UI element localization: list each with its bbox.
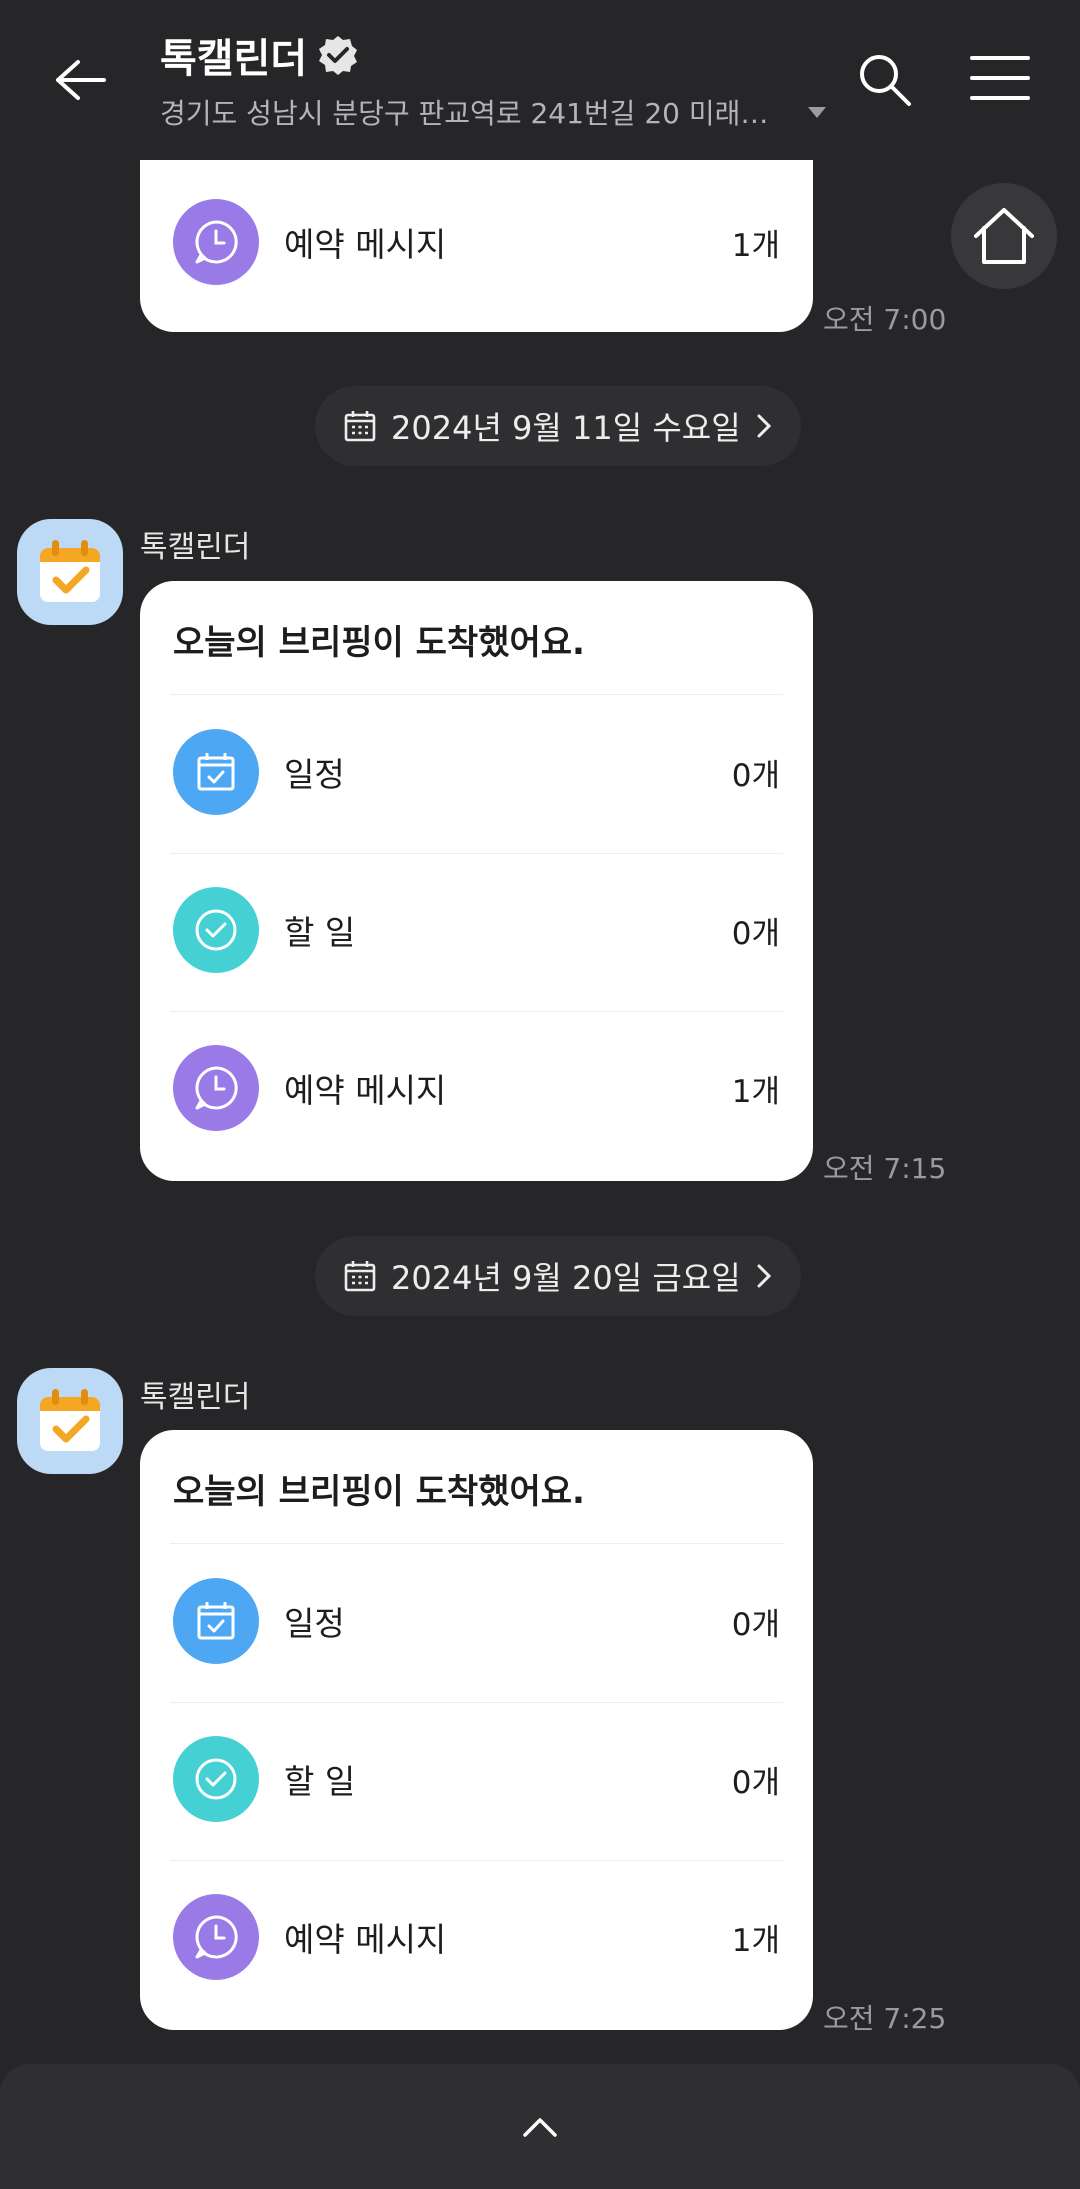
item-count: 0개 [731, 1764, 780, 1801]
divider [170, 853, 783, 854]
bottom-expand-bar[interactable] [0, 2064, 1080, 2189]
item-label: 할 일 [284, 1762, 356, 1801]
item-count: 1개 [731, 1922, 780, 1959]
menu-button[interactable] [970, 52, 1030, 104]
card-title: 오늘의 브리핑이 도착했어요. [173, 1472, 585, 1512]
message-time: 오전 7:25 [823, 2002, 947, 2035]
divider [170, 1702, 783, 1703]
calendar-icon [173, 1578, 259, 1664]
clock-bubble-icon [173, 1045, 259, 1131]
home-icon [974, 208, 1034, 264]
verified-badge-icon [319, 36, 358, 75]
home-button[interactable] [951, 183, 1057, 289]
chevron-right-icon [757, 414, 771, 438]
list-item-todo[interactable]: 할 일 0개 [173, 1734, 780, 1824]
item-count: 0개 [731, 757, 780, 794]
chat-title-area[interactable]: 톡캘린더 경기도 성남시 분당구 판교역로 241번길 20 미래에... [160, 26, 860, 132]
search-button[interactable] [855, 50, 915, 110]
sender-name: 톡캘린더 [140, 1380, 251, 1415]
chat-subtitle: 경기도 성남시 분당구 판교역로 241번길 20 미래에... [160, 97, 790, 130]
clock-bubble-icon [173, 199, 259, 285]
message-time: 오전 7:00 [823, 303, 947, 336]
item-count: 0개 [731, 1606, 780, 1643]
back-button[interactable] [40, 40, 120, 120]
sender-avatar[interactable] [17, 1368, 123, 1474]
date-label: 2024년 9월 11일 수요일 [391, 409, 741, 447]
card-title: 오늘의 브리핑이 도착했어요. [173, 623, 585, 663]
divider [170, 1011, 783, 1012]
list-item-todo[interactable]: 할 일 0개 [173, 885, 780, 975]
sender-name: 톡캘린더 [140, 530, 251, 565]
item-label: 예약 메시지 [284, 1920, 447, 1959]
list-item-reserved-message[interactable]: 예약 메시지 1개 [173, 1892, 780, 1982]
date-label: 2024년 9월 20일 금요일 [391, 1259, 741, 1297]
dropdown-arrow-icon[interactable] [808, 106, 826, 118]
divider [170, 1543, 783, 1544]
list-item-schedule[interactable]: 일정 0개 [173, 727, 780, 817]
date-divider[interactable]: 2024년 9월 11일 수요일 [315, 386, 801, 466]
item-label: 예약 메시지 [284, 225, 447, 264]
arrow-left-icon [56, 60, 106, 100]
clock-bubble-icon [173, 1894, 259, 1980]
chevron-right-icon [757, 1264, 771, 1288]
calendar-icon [344, 411, 376, 442]
item-count: 1개 [731, 1073, 780, 1110]
hamburger-menu-icon [970, 56, 1030, 100]
briefing-card: 오늘의 브리핑이 도착했어요. 일정 0개 할 일 0개 예약 메시지 1개 [140, 581, 813, 1181]
item-label: 일정 [284, 755, 345, 794]
calendar-check-logo-icon [40, 1389, 100, 1451]
list-item-reserved-message[interactable]: 예약 메시지 1개 [173, 1043, 780, 1133]
sender-avatar[interactable] [17, 519, 123, 625]
calendar-check-logo-icon [40, 540, 100, 602]
item-count: 1개 [731, 227, 780, 264]
check-circle-icon [173, 887, 259, 973]
chevron-up-icon [523, 2117, 557, 2137]
calendar-icon [344, 1261, 376, 1292]
date-divider[interactable]: 2024년 9월 20일 금요일 [315, 1236, 801, 1316]
message-time: 오전 7:15 [823, 1152, 947, 1185]
search-icon [860, 55, 911, 106]
item-label: 일정 [284, 1604, 345, 1643]
chat-title: 톡캘린더 [160, 36, 308, 82]
briefing-card: 오늘의 브리핑이 도착했어요. 일정 0개 할 일 0개 예약 메시지 1개 [140, 1430, 813, 2030]
divider [170, 1860, 783, 1861]
item-label: 예약 메시지 [284, 1071, 447, 1110]
calendar-icon [173, 729, 259, 815]
briefing-card-partial: 예약 메시지 1개 [140, 130, 813, 332]
list-item-schedule[interactable]: 일정 0개 [173, 1576, 780, 1666]
item-label: 할 일 [284, 913, 356, 952]
chat-header: 톡캘린더 경기도 성남시 분당구 판교역로 241번길 20 미래에... [0, 0, 1080, 160]
item-count: 0개 [731, 915, 780, 952]
check-circle-icon [173, 1736, 259, 1822]
list-item-reserved-message[interactable]: 예약 메시지 1개 [173, 197, 780, 287]
divider [170, 694, 783, 695]
